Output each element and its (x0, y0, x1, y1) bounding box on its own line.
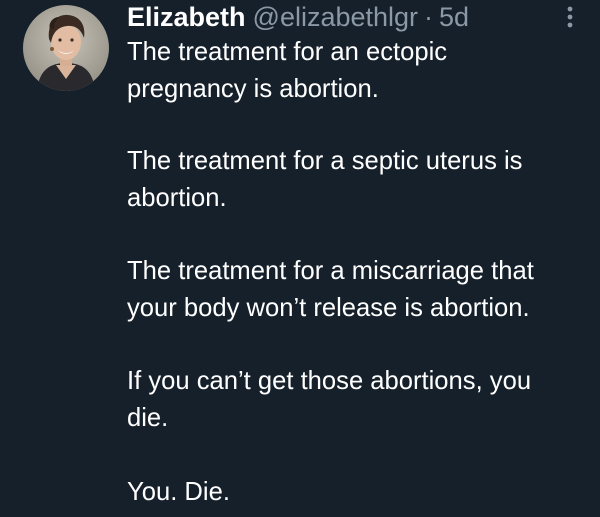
tweet-text-line: You. Die. (127, 478, 230, 506)
tweet-text-line: The treatment for an ectopic (127, 38, 448, 66)
tweet-timestamp[interactable]: 5d (439, 0, 469, 34)
tweet-text-line: die. (127, 404, 169, 432)
tweet-text-line: your body won’t release is abortion. (127, 294, 530, 322)
tweet-text-paragraph-3: The treatment for a miscarriage that you… (127, 253, 577, 327)
more-options-icon (567, 6, 573, 28)
more-options-button[interactable] (558, 4, 582, 32)
tweet-header-row: Elizabeth @elizabethlgr · 5d (127, 0, 566, 34)
tweet-text-line: If you can’t get those abortions, you (127, 367, 532, 395)
author-handle[interactable]: @elizabethlgr (253, 0, 419, 34)
tweet-text-line: The treatment for a septic uterus is (127, 147, 523, 175)
tweet-text-line: The treatment for a miscarriage that (127, 257, 534, 285)
tweet-text-paragraph-5: You. Die. (127, 474, 577, 511)
tweet-header: Elizabeth @elizabethlgr · 5d (127, 0, 566, 34)
tweet-text-paragraph-2: The treatment for a septic uterus is abo… (127, 143, 577, 217)
header-separator: · (424, 2, 434, 32)
tweet-text-paragraph-1: The treatment for an ectopic pregnancy i… (127, 34, 577, 108)
tweet: Elizabeth @elizabethlgr · 5d The treatme… (0, 0, 600, 517)
tweet-text-line: abortion. (127, 184, 227, 212)
author-display-name[interactable]: Elizabeth (127, 0, 246, 34)
tweet-text-paragraph-4: If you can’t get those abortions, you di… (127, 363, 577, 437)
user-avatar[interactable] (23, 5, 109, 91)
tweet-text-line: pregnancy is abortion. (127, 75, 379, 103)
